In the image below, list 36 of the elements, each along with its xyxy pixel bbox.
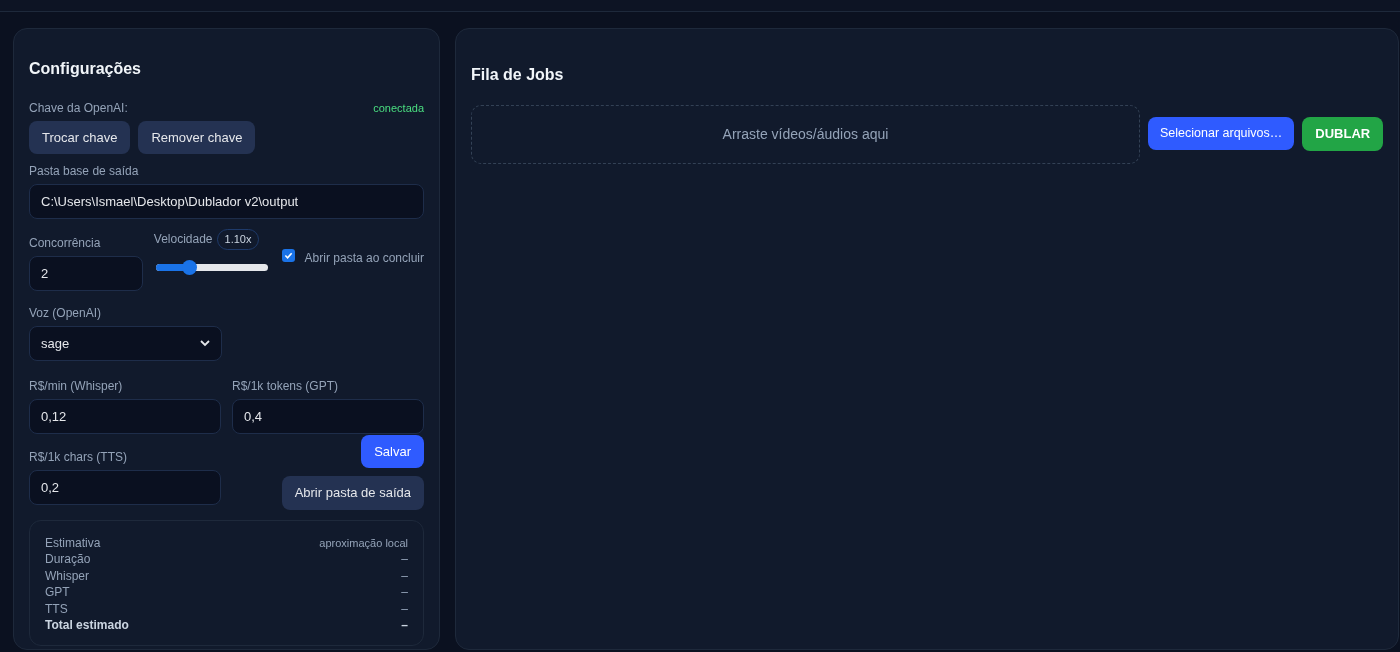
select-files-button[interactable]: Selecionar arquivos… — [1148, 117, 1295, 150]
price-field[interactable]: 0,4 — [232, 399, 424, 434]
key-button[interactable]: Remover chave — [138, 121, 256, 154]
folder-field[interactable]: C:\Users\Ismael\Desktop\Dublador v2\output — [29, 184, 424, 219]
save-button[interactable]: Salvar — [361, 435, 424, 468]
estimate-label: Duração — [45, 551, 91, 568]
drop-zone[interactable]: Arraste vídeos/áudios aqui — [471, 105, 1140, 164]
estimate-label: GPT — [45, 584, 70, 601]
estimate-value: – — [401, 600, 408, 618]
field-label: R$/1k chars (TTS) — [29, 449, 128, 466]
open-folder-button[interactable]: Abrir pasta de saída — [281, 476, 424, 510]
price-field[interactable]: 0,2 — [29, 470, 221, 505]
field-label: Chave da OpenAI: — [29, 100, 128, 117]
price-field[interactable]: 0,12 — [29, 399, 221, 434]
estimate-value: – — [401, 567, 408, 585]
field-label: Pasta base de saída — [29, 163, 140, 180]
estimate-value: – — [401, 617, 408, 634]
voice-select[interactable]: sage — [29, 326, 222, 361]
field-label: Velocidade — [153, 231, 213, 249]
estimate-label: Total estimado — [45, 617, 129, 634]
estimate-label: TTS — [45, 600, 68, 618]
estimate-value: – — [401, 584, 408, 601]
key-button[interactable]: Trocar chave — [29, 121, 131, 154]
estimate-label: Whisper — [45, 567, 89, 585]
queue-title: Fila de Jobs — [471, 65, 565, 85]
estimate-value: – — [401, 551, 408, 568]
field-label: R$/min (Whisper) — [29, 378, 124, 395]
connection-status: conectada — [373, 100, 424, 116]
field-label: Voz (OpenAI) — [29, 305, 103, 322]
field-label: Concorrência — [29, 235, 102, 252]
checkbox-label: Abrir pasta ao concluir — [304, 250, 424, 267]
field-label: R$/1k tokens (GPT) — [232, 378, 340, 395]
settings-title: Configurações — [29, 59, 142, 79]
estimate-note: aproximação local — [319, 536, 408, 551]
concurrency-field[interactable]: 2 — [29, 256, 143, 291]
estimate-title: Estimativa — [45, 535, 101, 552]
